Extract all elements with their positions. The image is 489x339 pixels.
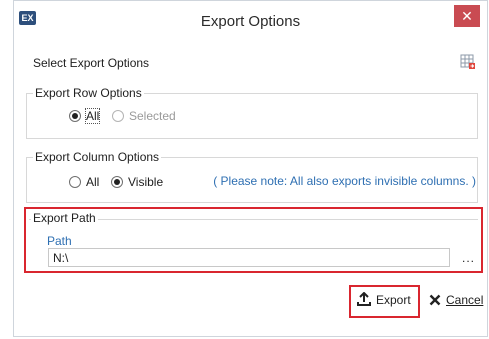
column-visible-radio[interactable]: Visible — [111, 175, 163, 189]
radio-checked-icon — [69, 110, 81, 122]
close-icon — [429, 294, 441, 306]
row-selected-label: Selected — [129, 109, 176, 123]
title-bar: EX Export Options ✕ — [14, 1, 487, 41]
grid-export-icon[interactable] — [460, 54, 476, 70]
cancel-button-label: Cancel — [446, 293, 484, 307]
column-visible-label: Visible — [128, 175, 164, 189]
radio-checked-icon — [111, 176, 123, 188]
row-all-radio[interactable]: All — [69, 108, 101, 124]
dialog-title: Export Options — [200, 13, 301, 30]
export-button-label: Export — [376, 292, 411, 307]
path-input[interactable] — [48, 248, 450, 267]
export-options-dialog: EX Export Options ✕ Select Export Option… — [13, 0, 488, 337]
radio-unchecked-icon — [112, 110, 124, 122]
path-label: Path — [47, 234, 72, 248]
cancel-button[interactable]: Cancel — [429, 293, 483, 307]
row-all-label: All — [84, 108, 101, 124]
column-options-title: Export Column Options — [33, 150, 162, 164]
radio-unchecked-icon — [69, 176, 81, 188]
export-path-title: Export Path — [31, 211, 98, 225]
row-options-title: Export Row Options — [33, 86, 144, 100]
section-heading: Select Export Options — [33, 56, 150, 70]
row-selected-radio[interactable]: Selected — [112, 109, 176, 123]
upload-icon — [357, 292, 371, 306]
column-all-label: All — [86, 175, 100, 189]
column-all-radio[interactable]: All — [69, 175, 99, 189]
column-note: ( Please note: All also exports invisibl… — [213, 174, 476, 188]
browse-button[interactable]: ... — [462, 251, 475, 265]
row-options-group: Export Row Options All Selected — [26, 86, 478, 139]
export-button[interactable]: Export — [357, 292, 411, 307]
close-button[interactable]: ✕ — [454, 5, 480, 27]
